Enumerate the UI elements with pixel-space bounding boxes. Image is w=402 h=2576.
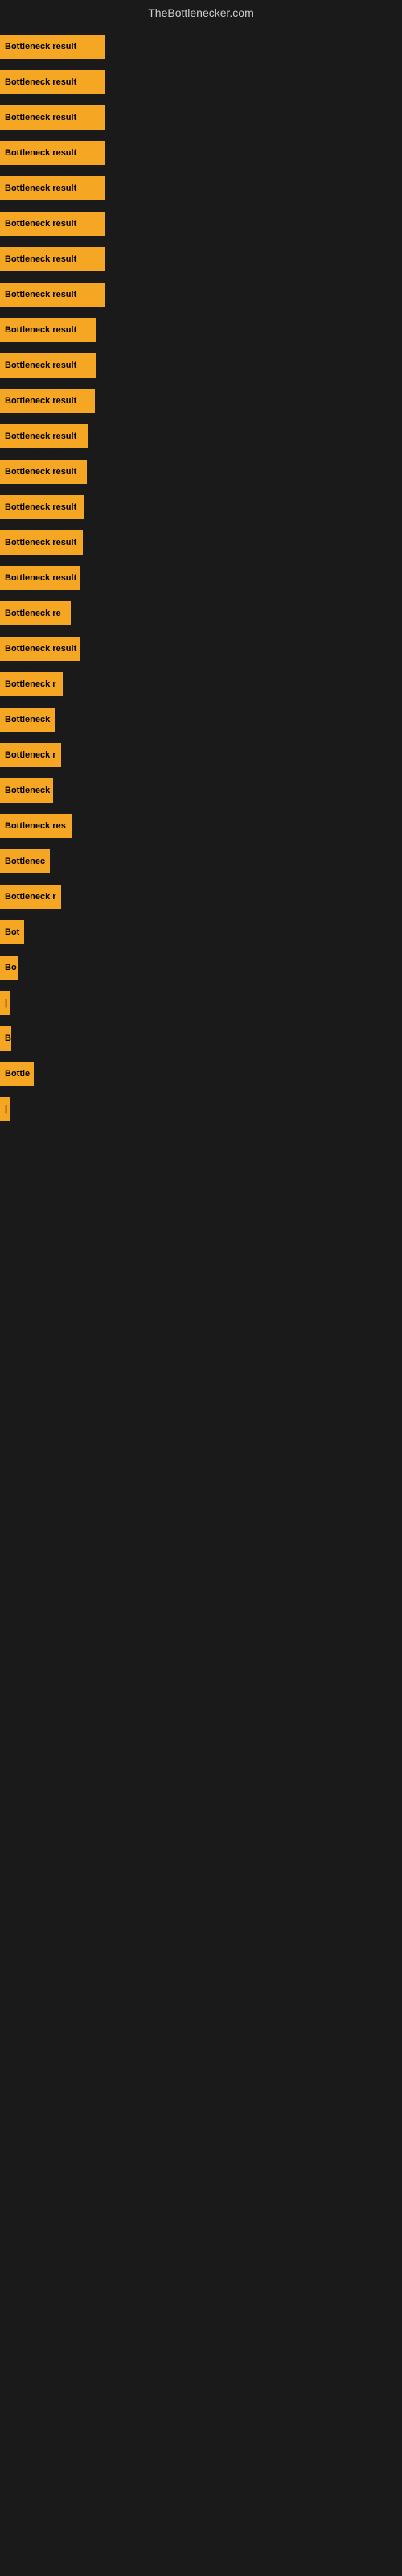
bar-row: Bottleneck result	[0, 525, 402, 560]
bar-row: Bottleneck result	[0, 64, 402, 100]
bottleneck-bar: Bottleneck result	[0, 141, 105, 165]
bottleneck-bar: Bottleneck result	[0, 35, 105, 59]
bottleneck-bar: Bo	[0, 956, 18, 980]
bottleneck-bar: Bottleneck r	[0, 885, 61, 909]
site-title: TheBottlenecker.com	[0, 0, 402, 26]
bottleneck-bar: Bottleneck result	[0, 212, 105, 236]
bottleneck-bar: B	[0, 1026, 11, 1051]
bar-row: Bottleneck re	[0, 596, 402, 631]
bar-row: Bottleneck r	[0, 737, 402, 773]
bottleneck-bar: Bottleneck	[0, 708, 55, 732]
bar-row: B	[0, 1021, 402, 1056]
bar-row: Bottleneck result	[0, 171, 402, 206]
bottleneck-bar: Bottlenec	[0, 849, 50, 873]
bottleneck-bar: Bottleneck result	[0, 247, 105, 271]
bar-row: Bottlenec	[0, 844, 402, 879]
bar-row: Bo	[0, 950, 402, 985]
bar-row: Bottleneck result	[0, 454, 402, 489]
bar-row: Bottleneck result	[0, 29, 402, 64]
bottleneck-bar: Bottleneck result	[0, 176, 105, 200]
bottleneck-bar: Bottleneck result	[0, 637, 80, 661]
bottleneck-bar: Bottleneck re	[0, 601, 71, 625]
bar-row: Bottleneck result	[0, 312, 402, 348]
bottleneck-bar: Bottleneck res	[0, 814, 72, 838]
bottleneck-bar: Bottleneck result	[0, 424, 88, 448]
bar-row: Bottleneck result	[0, 489, 402, 525]
bottleneck-bar: Bottleneck result	[0, 389, 95, 413]
bar-row: Bottleneck result	[0, 348, 402, 383]
bar-row: |	[0, 985, 402, 1021]
bar-row: Bottleneck result	[0, 383, 402, 419]
bar-row: Bottleneck r	[0, 879, 402, 914]
bar-row: Bottleneck	[0, 702, 402, 737]
bar-row: Bottleneck r	[0, 667, 402, 702]
bottleneck-bar: Bottleneck result	[0, 353, 96, 378]
bottleneck-bar: Bottleneck result	[0, 283, 105, 307]
bottleneck-bar: Bottleneck result	[0, 318, 96, 342]
bar-row: Bottle	[0, 1056, 402, 1092]
bottleneck-bar: Bottleneck r	[0, 672, 63, 696]
bottleneck-bar: Bottle	[0, 1062, 34, 1086]
bottleneck-bar: Bottleneck result	[0, 566, 80, 590]
bar-row: Bot	[0, 914, 402, 950]
bar-row: Bottleneck result	[0, 135, 402, 171]
bottleneck-bar: Bottleneck	[0, 778, 53, 803]
bottleneck-bar: Bottleneck result	[0, 70, 105, 94]
bottleneck-bar: Bottleneck result	[0, 530, 83, 555]
bar-row: Bottleneck	[0, 773, 402, 808]
bar-row: Bottleneck res	[0, 808, 402, 844]
bottleneck-bar: Bottleneck result	[0, 460, 87, 484]
bar-row: Bottleneck result	[0, 242, 402, 277]
bar-row: Bottleneck result	[0, 419, 402, 454]
bar-row: Bottleneck result	[0, 100, 402, 135]
bars-container: Bottleneck result Bottleneck result Bottle…	[0, 26, 402, 1130]
bottleneck-bar: |	[0, 991, 10, 1015]
bottleneck-bar: Bottleneck r	[0, 743, 61, 767]
bottleneck-bar: Bottleneck result	[0, 495, 84, 519]
bottleneck-bar: Bot	[0, 920, 24, 944]
bar-row: Bottleneck result	[0, 277, 402, 312]
bar-row: |	[0, 1092, 402, 1127]
bar-row: Bottleneck result	[0, 631, 402, 667]
bar-row: Bottleneck result	[0, 206, 402, 242]
bar-row: Bottleneck result	[0, 560, 402, 596]
bottleneck-bar: Bottleneck result	[0, 105, 105, 130]
bottleneck-bar: |	[0, 1097, 10, 1121]
